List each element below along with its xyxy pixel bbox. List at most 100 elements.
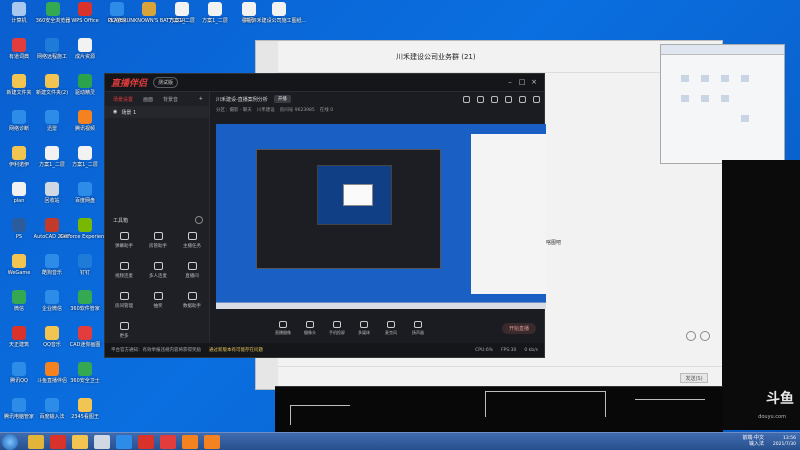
desktop-icon[interactable]: 微信 [2, 290, 36, 324]
desktop-icon[interactable]: WeGame [2, 254, 36, 288]
maximize-icon[interactable]: □ [518, 78, 526, 86]
clock[interactable]: 13:56 2021/7/30 [773, 436, 796, 448]
tab-bgm[interactable]: 背景音 [163, 96, 178, 103]
desktop-icon[interactable]: 百度网盘 [68, 182, 102, 216]
message-icon[interactable] [505, 96, 512, 103]
control-button[interactable]: 直播摄像 [271, 320, 295, 336]
start-button[interactable] [2, 434, 18, 450]
desktop-icon[interactable]: QQ音乐 [35, 326, 69, 360]
tool-button[interactable]: 房管助手 [143, 232, 173, 256]
desktop-icon[interactable]: 有道词典 [2, 38, 36, 72]
status-network[interactable]: 通过新版本有可能存在问题 [209, 347, 263, 353]
stream-preview[interactable] [216, 124, 546, 309]
close-icon[interactable]: × [530, 78, 538, 86]
live-badge[interactable]: 开播 [273, 95, 291, 103]
lock-icon[interactable] [477, 96, 484, 103]
tool-button[interactable]: 主播任务 [177, 232, 207, 256]
emoji-icon[interactable] [686, 331, 696, 341]
desktop-icon[interactable]: 腾讯视频 [68, 110, 102, 144]
tab-picture[interactable]: 画面 [143, 96, 153, 103]
desktop-icon[interactable]: 方案1_二层 [165, 2, 199, 36]
scissors-icon[interactable] [700, 331, 710, 341]
desktop-icon[interactable]: 成片资源 [68, 38, 102, 72]
tool-button[interactable]: 直播间 [177, 262, 207, 286]
desktop-icon[interactable]: 企业微信 [35, 290, 69, 324]
desktop-icon[interactable]: 驱动精灵 [68, 74, 102, 108]
desktop-icon[interactable]: PS [2, 218, 36, 252]
scene-item[interactable]: ◉ 场景 1 [105, 106, 209, 118]
eye-icon[interactable]: ◉ [113, 109, 117, 115]
folder-icon[interactable] [72, 435, 88, 449]
notification-icon[interactable] [519, 96, 526, 103]
desktop-icon[interactable]: 钉钉 [68, 254, 102, 288]
desktop-icon[interactable]: 酷狗音乐 [35, 254, 69, 288]
streaming-app-window[interactable]: 直播伴侣 测试版 – □ × 场景设置 画面 背景音 + ◉ 场景 1 工具箱 … [104, 73, 546, 358]
tool-button[interactable]: 视频连麦 [109, 262, 139, 286]
tool-button[interactable]: 多人连麦 [143, 262, 173, 286]
desktop-icon[interactable]: WPS Office [68, 2, 102, 36]
add-scene-icon[interactable]: + [199, 96, 203, 102]
tab-scene[interactable]: 场景设置 [113, 96, 133, 103]
control-button[interactable]: 麦克风 [379, 320, 403, 336]
tool-button[interactable]: 房间管理 [109, 292, 139, 316]
desktop-icon[interactable]: 迅雷 [35, 110, 69, 144]
file-icon[interactable] [721, 95, 729, 102]
file-icon[interactable] [721, 75, 729, 82]
browser-icon[interactable] [50, 435, 66, 449]
file-icon[interactable] [681, 75, 689, 82]
app-icon[interactable] [116, 435, 132, 449]
file-icon[interactable] [741, 75, 749, 82]
desktop-icon[interactable]: 网络远程施工 [35, 38, 69, 72]
desktop-icon[interactable]: 新建文件夹 [2, 74, 36, 108]
control-button[interactable]: 扬声器 [406, 320, 430, 336]
tool-button[interactable]: 弹幕助手 [109, 232, 139, 256]
settings-gear-icon[interactable] [195, 216, 203, 224]
file-icon[interactable] [681, 95, 689, 102]
desktop-icon[interactable]: 川禾建设公司施工图纸... [252, 2, 306, 36]
tool-button[interactable]: 数据助手 [177, 292, 207, 316]
desktop-icon[interactable]: 2345看图王 [68, 398, 102, 432]
ie-icon[interactable] [28, 435, 44, 449]
desktop-icon[interactable]: 360安全浏览器 [36, 2, 70, 36]
layout-icon[interactable] [463, 96, 470, 103]
qq-icon[interactable] [204, 435, 220, 449]
desktop-icon[interactable]: 方案1_二层 [68, 146, 102, 180]
control-button[interactable]: 摄像头 [298, 320, 322, 336]
desktop-icon[interactable]: 360软件管家 [68, 290, 102, 324]
desktop-icon[interactable]: plan [2, 182, 36, 216]
desktop-icon[interactable]: 腾讯电脑管家 [2, 398, 36, 432]
desktop-icon[interactable]: PLAYERUNKNOWN'S BATTLEGR... [108, 2, 190, 36]
file-icon[interactable] [701, 75, 709, 82]
desktop-icon[interactable]: 方案1_二层 [35, 146, 69, 180]
desktop-icon[interactable]: GeForce Experience [60, 218, 110, 252]
desktop-icon[interactable]: 新建文件夹(2) [35, 74, 69, 108]
desktop-icon[interactable]: 计算机 [2, 2, 36, 36]
desktop-icon[interactable]: CAD迷你画图 [68, 326, 102, 360]
desktop-icon[interactable]: 网络诊断 [2, 110, 36, 144]
desktop-icon[interactable]: 伊利诺伊 [2, 146, 36, 180]
douyu-icon[interactable] [182, 435, 198, 449]
desktop-icon[interactable]: 腾讯QQ [2, 362, 36, 396]
start-live-button[interactable]: 开始直播 [502, 323, 536, 334]
cad-drawing-area[interactable] [275, 386, 723, 432]
file-icon[interactable] [741, 115, 749, 122]
desktop-icon[interactable]: 方案1_二层 [198, 2, 232, 36]
desktop-icon[interactable]: 简历 [232, 2, 266, 36]
wps-icon[interactable] [160, 435, 176, 449]
desktop-icon[interactable]: 360安全卫士 [68, 362, 102, 396]
desktop-icon[interactable]: 回收站 [35, 182, 69, 216]
autocad-icon[interactable] [138, 435, 154, 449]
input-method-indicator[interactable]: 前端·中文 输入法 [742, 435, 764, 447]
file-explorer-window[interactable] [660, 44, 785, 164]
control-button[interactable]: 手机投屏 [325, 320, 349, 336]
send-button[interactable]: 发送(S) [680, 373, 708, 383]
window-icon[interactable] [94, 435, 110, 449]
share-icon[interactable] [533, 96, 540, 103]
desktop-icon[interactable]: 百度输入法 [35, 398, 69, 432]
file-icon[interactable] [701, 95, 709, 102]
desktop-icon[interactable]: 斗鱼直播伴侣 [35, 362, 69, 396]
room-category[interactable]: 分区：摄影 · 聊天 [216, 107, 252, 113]
minimize-icon[interactable]: – [506, 78, 514, 86]
desktop-icon[interactable]: 天正建筑 [2, 326, 36, 360]
delete-icon[interactable] [491, 96, 498, 103]
